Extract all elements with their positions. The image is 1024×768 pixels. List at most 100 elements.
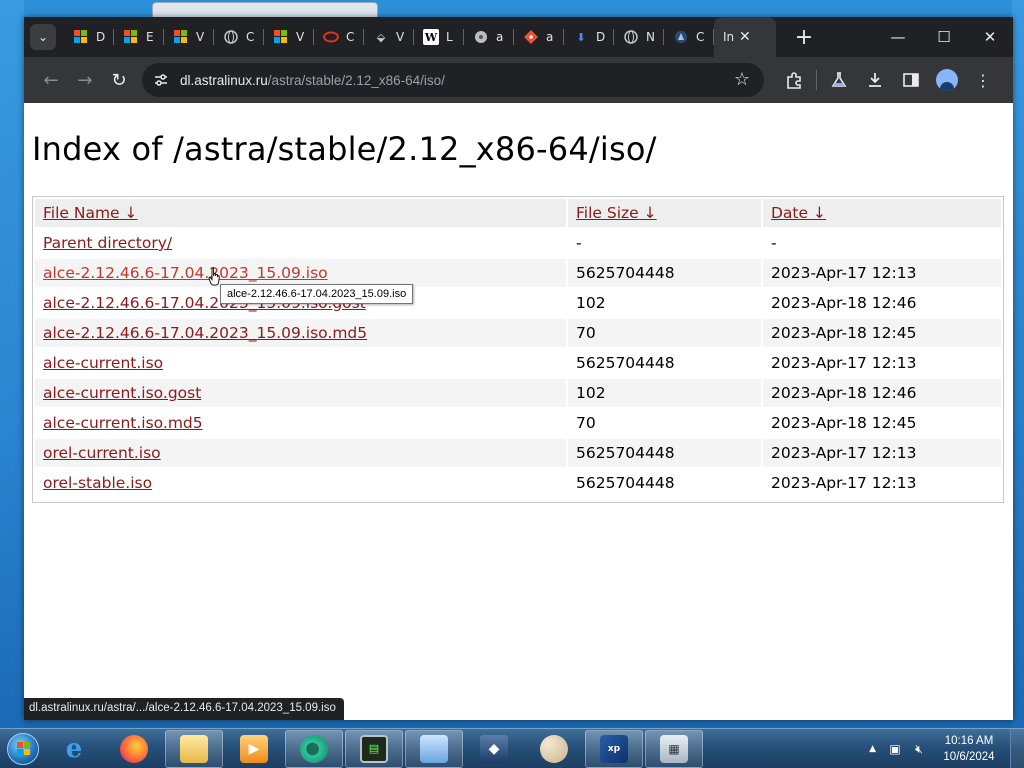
extensions-icon[interactable] <box>776 63 812 97</box>
network-icon[interactable]: ▣ <box>886 740 904 758</box>
tab[interactable]: D <box>64 17 114 57</box>
tab-label: C <box>246 30 255 44</box>
file-name-cell: alce-current.iso.gost <box>35 379 566 407</box>
tab[interactable]: ⬇ D <box>564 17 614 57</box>
taskbar: e ▶ ▤ ◆ xp ▦ ▲ ▣ 🔇︎ 10:16 AM 10/6/2024 <box>0 728 1024 768</box>
forward-button[interactable]: → <box>68 63 102 97</box>
git-icon <box>523 29 539 45</box>
file-name-cell: Parent directory/ <box>35 229 566 257</box>
file-link[interactable]: orel-stable.iso <box>43 474 152 492</box>
tab-search-button[interactable]: ⌄ <box>30 24 56 50</box>
tab[interactable]: a <box>464 17 514 57</box>
disk-icon <box>473 29 489 45</box>
file-date-cell: 2023-Apr-18 12:45 <box>771 414 917 432</box>
bookmark-star-icon[interactable]: ☆ <box>734 69 750 90</box>
table-row: alce-2.12.46.6-17.04.2023_15.09.iso 5625… <box>35 259 1001 287</box>
downloads-icon[interactable] <box>857 63 893 97</box>
profile-avatar[interactable] <box>929 63 965 97</box>
sort-by-name-link[interactable]: File Name ↓ <box>43 204 138 222</box>
column-header-name: File Name ↓ <box>35 199 566 227</box>
close-window-button[interactable]: ✕ <box>967 17 1013 57</box>
file-link[interactable]: alce-current.iso.md5 <box>43 414 203 432</box>
file-size-cell: 70 <box>568 319 761 347</box>
url-host: dl.astralinux.ru <box>180 72 268 88</box>
url-text: dl.astralinux.ru/astra/stable/2.12_x86-6… <box>180 73 445 88</box>
tab[interactable]: N <box>614 17 664 57</box>
hand-cursor-icon <box>208 267 220 286</box>
toolbar-right: ⋮ <box>776 63 1001 97</box>
paint-icon[interactable] <box>525 730 583 768</box>
table-row: orel-stable.iso 5625704448 2023-Apr-17 1… <box>35 469 1001 497</box>
show-hidden-icons-icon[interactable]: ▲ <box>869 744 876 754</box>
system-tray: ▲ ▣ 🔇︎ 10:16 AM 10/6/2024 <box>869 729 1024 768</box>
menu-kebab-icon[interactable]: ⋮ <box>965 63 1001 97</box>
file-date-cell: 2023-Apr-17 12:13 <box>771 474 917 492</box>
minimize-button[interactable]: — <box>875 17 921 57</box>
calculator-icon[interactable]: ▦ <box>645 729 703 768</box>
virtualbox-icon[interactable]: ◆ <box>465 730 523 768</box>
new-tab-button[interactable]: + <box>792 25 816 50</box>
side-panel-icon[interactable] <box>893 63 929 97</box>
labs-flask-icon[interactable] <box>821 63 857 97</box>
start-button[interactable] <box>3 729 43 768</box>
browser-window: ⌄ D E V C V C ⬙ V W L a a ⬇ D N C In ✕ +… <box>24 17 1013 720</box>
reload-button[interactable]: ↻ <box>102 63 136 97</box>
file-size-cell: 102 <box>576 294 606 312</box>
internet-explorer-icon[interactable]: e <box>45 730 103 768</box>
file-date-cell: - <box>771 234 777 252</box>
firefox-icon[interactable] <box>105 730 163 768</box>
tab-label: a <box>496 30 504 44</box>
table-row: alce-2.12.46.6-17.04.2023_15.09.iso.md5 … <box>35 319 1001 347</box>
tab[interactable]: V <box>264 17 314 57</box>
tab[interactable]: E <box>114 17 164 57</box>
file-link[interactable]: alce-2.12.46.6-17.04.2023_15.09.iso <box>43 264 328 282</box>
media-player-icon[interactable]: ▶ <box>225 730 283 768</box>
table-row: orel-current.iso 5625704448 2023-Apr-17 … <box>35 439 1001 467</box>
tab[interactable]: C <box>214 17 264 57</box>
file-size-cell: 70 <box>576 414 596 432</box>
tab-active[interactable]: In ✕ <box>714 17 776 57</box>
terminal-icon[interactable]: ▤ <box>345 729 403 768</box>
xp-mode-icon[interactable]: xp <box>585 729 643 768</box>
sort-by-date-link[interactable]: Date ↓ <box>771 204 826 222</box>
url-path: /astra/stable/2.12_x86-64/iso/ <box>267 72 445 88</box>
file-name-cell: orel-current.iso <box>35 439 566 467</box>
tab[interactable]: C <box>314 17 364 57</box>
desktop-background-left <box>0 0 24 728</box>
app-icon: ⬙ <box>376 30 386 44</box>
browser-toolbar: ← → ↻ dl.astralinux.ru/astra/stable/2.12… <box>24 57 1013 103</box>
status-bar-url: dl.astralinux.ru/astra/.../alce-2.12.46.… <box>24 698 344 720</box>
tab-label: V <box>296 30 305 44</box>
volume-muted-icon[interactable]: 🔇︎ <box>910 740 928 758</box>
clock-time: 10:16 AM <box>944 735 994 747</box>
file-link[interactable]: orel-current.iso <box>43 444 161 462</box>
tab[interactable]: a <box>514 17 564 57</box>
file-listing-table: File Name ↓ File Size ↓ Date ↓ Parent di… <box>32 196 1004 503</box>
back-button[interactable]: ← <box>34 63 68 97</box>
file-link[interactable]: Parent directory/ <box>43 234 172 252</box>
file-size-cell: 102 <box>568 379 761 407</box>
file-link[interactable]: alce-2.12.46.6-17.04.2023_15.09.iso.md5 <box>43 324 367 342</box>
file-name-cell: alce-2.12.46.6-17.04.2023_15.09.iso.md5 <box>35 319 566 347</box>
microsoft-icon <box>73 29 89 45</box>
sort-by-size-link[interactable]: File Size ↓ <box>576 204 657 222</box>
control-panel-icon[interactable] <box>405 729 463 768</box>
address-bar[interactable]: dl.astralinux.ru/astra/stable/2.12_x86-6… <box>142 63 764 97</box>
maximize-button[interactable]: ☐ <box>921 17 967 57</box>
show-desktop-button[interactable] <box>1010 729 1024 768</box>
tab[interactable]: W L <box>414 17 464 57</box>
file-link[interactable]: alce-current.iso.gost <box>43 384 201 402</box>
page-content: Index of /astra/stable/2.12_x86-64/iso/ … <box>24 103 1013 720</box>
tab-label: E <box>146 30 154 44</box>
window-controls: — ☐ ✕ <box>875 17 1013 57</box>
site-info-icon[interactable] <box>150 69 172 91</box>
file-explorer-icon[interactable] <box>165 729 223 768</box>
desktop-background-right <box>1012 0 1024 728</box>
file-link[interactable]: alce-current.iso <box>43 354 163 372</box>
chrome-icon[interactable] <box>285 729 343 768</box>
tab[interactable]: V <box>164 17 214 57</box>
tab[interactable]: C <box>664 17 714 57</box>
close-icon[interactable]: ✕ <box>739 29 751 45</box>
clock[interactable]: 10:16 AM 10/6/2024 <box>934 733 1004 765</box>
tab[interactable]: ⬙ V <box>364 17 414 57</box>
